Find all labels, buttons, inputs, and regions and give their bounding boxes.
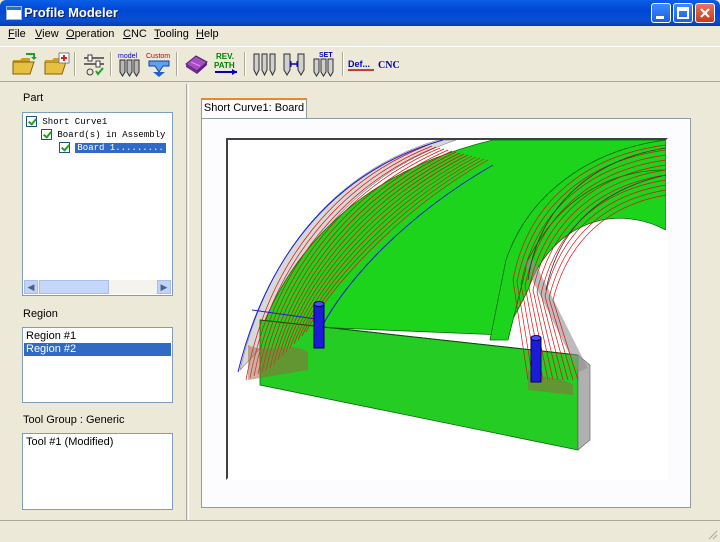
close-icon — [700, 8, 710, 18]
custom-button[interactable]: Custom — [145, 50, 173, 78]
scroll-thumb[interactable] — [39, 280, 109, 294]
svg-text:Def...: Def... — [348, 59, 370, 69]
region-list[interactable]: Region #1 Region #2 — [22, 327, 173, 403]
router-tool-icon — [530, 335, 542, 383]
tree-item-assembly[interactable]: Board(s) in Assembly — [41, 129, 165, 142]
tool-model-icon: model — [118, 53, 140, 77]
menu-view[interactable]: View — [35, 28, 59, 40]
svg-text:Custom: Custom — [146, 53, 170, 60]
tree-item-board[interactable]: Board 1......... — [59, 142, 166, 155]
horizontal-scrollbar[interactable]: ◀ ▶ — [24, 280, 171, 294]
menu-file[interactable]: File — [8, 28, 26, 40]
model-button[interactable]: model — [115, 50, 143, 78]
tools-button[interactable] — [250, 50, 278, 78]
resize-grip-icon[interactable] — [706, 528, 718, 540]
toolbar-separator — [244, 52, 246, 76]
board-icon — [185, 55, 208, 74]
svg-text:SET: SET — [319, 52, 333, 59]
set-tools-button[interactable]: SET — [310, 50, 338, 78]
menu-tooling[interactable]: Tooling — [154, 28, 189, 40]
checkbox[interactable] — [26, 116, 37, 128]
close-button[interactable] — [695, 3, 715, 23]
folder-add-icon — [44, 52, 70, 75]
cnc-icon: CNC — [378, 60, 400, 71]
cnc-button[interactable]: CNC — [377, 50, 405, 78]
tool-spacing-button[interactable] — [280, 50, 308, 78]
toolbar: model Custom REV. PATH SET Def... CNC — [0, 46, 720, 82]
open-folder-icon — [12, 53, 37, 75]
toolbar-separator — [74, 52, 76, 76]
minimize-button[interactable] — [651, 3, 671, 23]
reverse-path-button[interactable]: REV. PATH — [212, 50, 240, 78]
3d-viewport[interactable] — [226, 138, 668, 480]
reverse-path-icon: REV.PATH — [214, 52, 237, 75]
menu-cnc[interactable]: CNC — [123, 28, 147, 40]
minimize-icon — [656, 16, 664, 19]
checkbox[interactable] — [59, 142, 70, 154]
set-tools-icon: SET — [313, 52, 334, 77]
toolbar-separator — [342, 52, 344, 76]
tool-list[interactable]: Tool #1 (Modified) — [22, 433, 173, 510]
menu-operation[interactable]: Operation — [66, 28, 114, 40]
tab-board-view[interactable]: Short Curve1: Board — [201, 98, 307, 119]
settings-button[interactable] — [80, 50, 108, 78]
tool-group-heading: Tool Group : Generic — [23, 414, 125, 426]
scroll-left-icon[interactable]: ◀ — [24, 280, 38, 294]
part-tree[interactable]: Short Curve1 Board(s) in Assembly Board … — [22, 112, 173, 296]
list-item[interactable]: Tool #1 (Modified) — [24, 436, 171, 449]
router-tool-icon — [313, 301, 325, 349]
list-item[interactable]: Region #1 — [24, 330, 171, 343]
definitions-button[interactable]: Def... — [347, 50, 375, 78]
board-button[interactable] — [182, 50, 210, 78]
definitions-icon: Def... — [348, 59, 374, 71]
checkbox[interactable] — [41, 129, 52, 141]
svg-text:model: model — [118, 53, 138, 60]
svg-text:PATH: PATH — [214, 61, 235, 70]
import-button[interactable] — [42, 50, 70, 78]
tool-spacing-icon — [283, 53, 305, 76]
menu-bar: File View Operation CNC Tooling Help — [0, 26, 720, 44]
svg-text:CNC: CNC — [378, 60, 400, 71]
window-title: Profile Modeler — [24, 5, 118, 20]
open-button[interactable] — [10, 50, 38, 78]
maximize-button[interactable] — [673, 3, 693, 23]
toolbar-separator — [176, 52, 178, 76]
tree-item-part[interactable]: Short Curve1 — [26, 116, 107, 129]
title-bar: Profile Modeler — [0, 0, 720, 26]
app-icon — [6, 6, 22, 20]
sliders-icon — [84, 54, 104, 76]
board-3d-render — [237, 140, 666, 451]
router-bits-icon — [253, 53, 276, 77]
region-heading: Region — [23, 308, 58, 320]
scroll-right-icon[interactable]: ▶ — [157, 280, 171, 294]
part-heading: Part — [23, 92, 44, 104]
menu-help[interactable]: Help — [196, 28, 219, 40]
list-item[interactable]: Region #2 — [24, 343, 171, 356]
maximize-icon — [677, 7, 689, 19]
toolbar-separator — [110, 52, 112, 76]
svg-text:REV.: REV. — [216, 52, 234, 61]
splitter[interactable] — [186, 84, 189, 520]
status-bar — [0, 520, 720, 542]
custom-profile-icon: Custom — [146, 53, 170, 77]
